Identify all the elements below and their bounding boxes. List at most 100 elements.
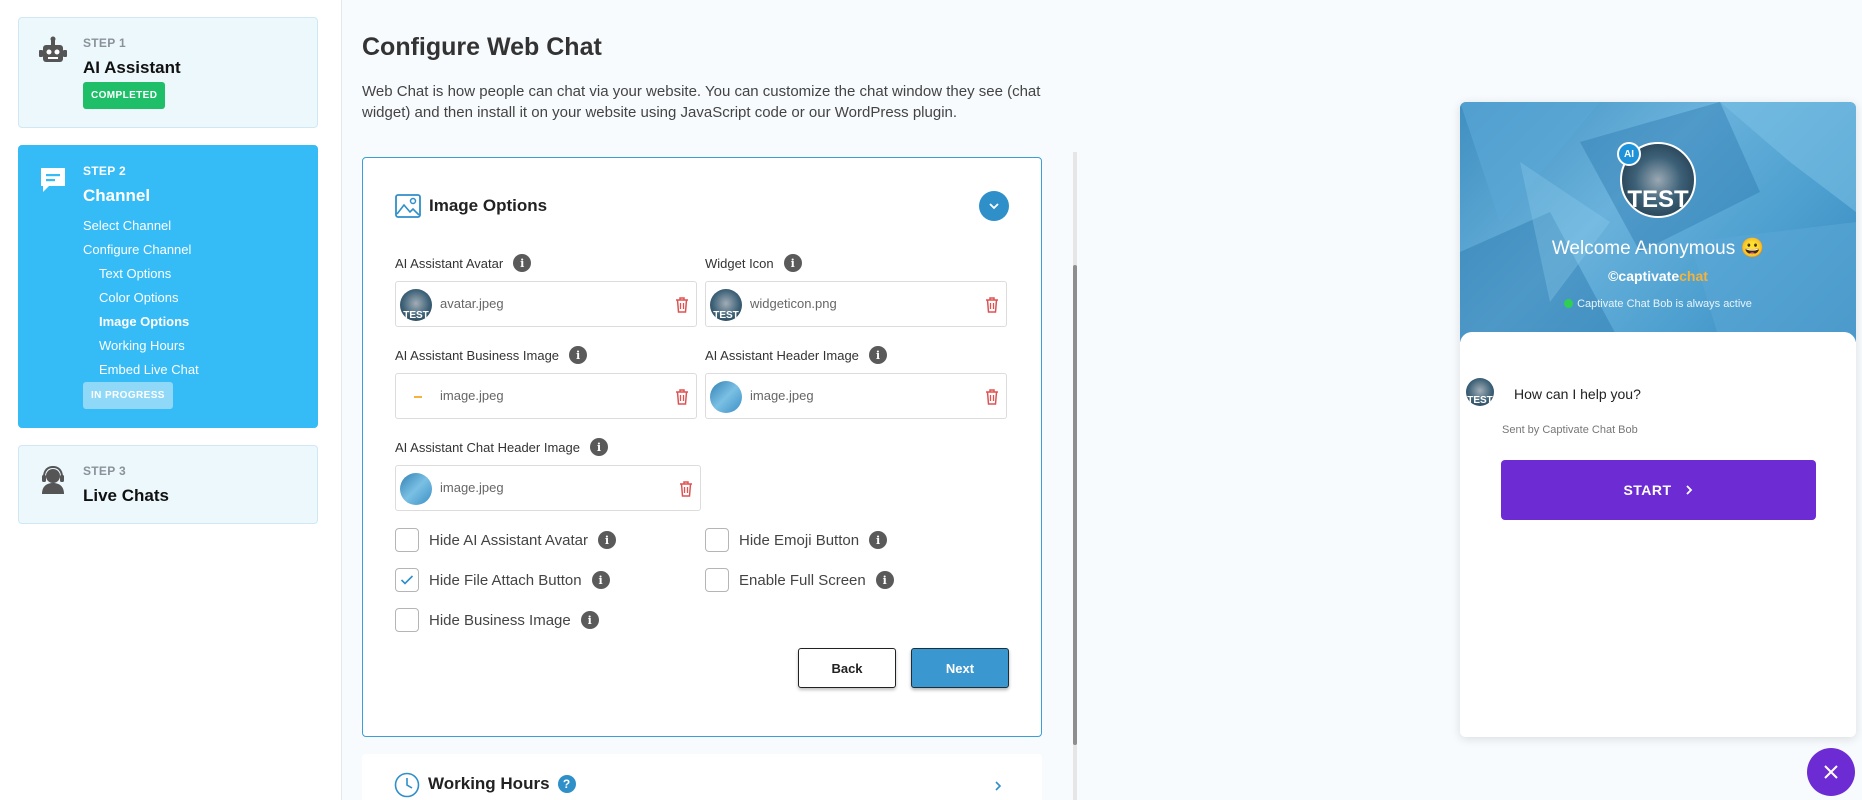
- chat-header-image-file-field[interactable]: image.jpeg: [395, 465, 701, 511]
- step-3-card[interactable]: STEP 3 Live Chats: [18, 445, 318, 524]
- support-agent-icon: [42, 465, 64, 494]
- widget-icon-file-field[interactable]: TEST widgeticon.png: [705, 281, 1007, 327]
- header-image-filename: image.jpeg: [750, 388, 814, 403]
- robot-icon: [39, 36, 67, 62]
- hide-business-image-option[interactable]: Hide Business Image i: [395, 608, 599, 632]
- image-options-title: Image Options: [429, 196, 548, 215]
- avatar-file-field[interactable]: TEST avatar.jpeg: [395, 281, 697, 327]
- header-image-label: AI Assistant Header Image i: [705, 346, 887, 364]
- hide-file-attach-option[interactable]: Hide File Attach Button i: [395, 568, 610, 592]
- step-1-card[interactable]: STEP 1 AI Assistant COMPLETED: [18, 17, 318, 128]
- info-icon[interactable]: i: [783, 254, 802, 272]
- ai-badge: AI: [1617, 142, 1641, 166]
- image-icon: [395, 194, 421, 218]
- info-icon[interactable]: i: [513, 254, 532, 272]
- widget-icon-label: Widget Icon i: [705, 254, 802, 272]
- hide-emoji-option[interactable]: Hide Emoji Button i: [705, 528, 888, 552]
- info-icon[interactable]: i: [580, 611, 599, 629]
- hide-avatar-option[interactable]: Hide AI Assistant Avatar i: [395, 528, 616, 552]
- brand-logo: ©captivatechat: [1608, 268, 1708, 284]
- info-icon[interactable]: i: [597, 531, 616, 549]
- in-progress-badge: IN PROGRESS: [83, 382, 173, 409]
- hide-file-attach-checkbox[interactable]: [395, 568, 419, 592]
- collapse-button[interactable]: [979, 191, 1009, 221]
- message-sender: Sent by Captivate Chat Bob: [1502, 424, 1638, 436]
- message-avatar: TEST: [1466, 378, 1494, 406]
- info-icon[interactable]: i: [868, 346, 887, 364]
- assistant-avatar-text: TEST: [1627, 186, 1689, 213]
- step-2-number: STEP 2: [83, 164, 126, 178]
- online-indicator: [1564, 299, 1574, 308]
- channel-submenu: Select Channel Configure Channel Text Op…: [83, 214, 199, 382]
- widget-icon-label-text: Widget Icon: [705, 255, 774, 271]
- menu-image-options[interactable]: Image Options: [83, 310, 199, 334]
- hide-avatar-label: Hide AI Assistant Avatar: [429, 531, 588, 549]
- avatar-label-text: AI Assistant Avatar: [395, 255, 504, 271]
- chat-header-image-thumbnail: [400, 473, 432, 505]
- chevron-right-icon[interactable]: [992, 780, 1004, 792]
- chat-header-image-label: AI Assistant Chat Header Image i: [395, 438, 608, 456]
- widget-icon-thumbnail: TEST: [710, 289, 742, 321]
- trash-icon[interactable]: [984, 296, 1000, 314]
- brand-captivate: captivate: [1618, 268, 1680, 284]
- full-screen-label: Enable Full Screen: [739, 571, 866, 589]
- start-button[interactable]: START: [1501, 460, 1816, 520]
- step-1-title: AI Assistant: [83, 58, 181, 77]
- working-hours-panel[interactable]: Working Hours ?: [362, 754, 1042, 800]
- menu-configure-channel[interactable]: Configure Channel: [83, 238, 199, 262]
- info-icon[interactable]: i: [569, 346, 588, 364]
- business-image-label: AI Assistant Business Image i: [395, 346, 588, 364]
- widget-icon-thumbnail-text: TEST: [713, 310, 739, 321]
- trash-icon[interactable]: [674, 296, 690, 314]
- hide-avatar-checkbox[interactable]: [395, 528, 419, 552]
- header-image-thumbnail: [710, 381, 742, 413]
- close-icon: [1824, 765, 1838, 779]
- scrollbar-thumb[interactable]: [1073, 265, 1077, 745]
- bot-message: How can I help you?: [1514, 386, 1641, 402]
- chat-preview: TEST AI Welcome Anonymous 😀 ©captivatech…: [1460, 102, 1856, 737]
- hide-file-attach-label: Hide File Attach Button: [429, 571, 582, 589]
- hide-business-image-checkbox[interactable]: [395, 608, 419, 632]
- help-icon[interactable]: ?: [557, 775, 576, 793]
- header-image-file-field[interactable]: image.jpeg: [705, 373, 1007, 419]
- close-chat-button[interactable]: [1807, 748, 1855, 796]
- welcome-message: Welcome Anonymous 😀: [1551, 238, 1765, 259]
- menu-select-channel[interactable]: Select Channel: [83, 214, 199, 238]
- menu-text-options[interactable]: Text Options: [83, 262, 199, 286]
- info-icon[interactable]: i: [869, 531, 888, 549]
- page-title: Configure Web Chat: [362, 33, 602, 61]
- trash-icon[interactable]: [984, 388, 1000, 406]
- info-icon[interactable]: i: [875, 571, 894, 589]
- business-image-thumbnail: [400, 381, 432, 413]
- header-image-label-text: AI Assistant Header Image: [705, 347, 859, 363]
- business-image-filename: image.jpeg: [440, 388, 504, 403]
- chat-header-image-filename: image.jpeg: [440, 480, 504, 495]
- info-icon[interactable]: i: [589, 438, 608, 456]
- message-avatar-text: TEST: [1467, 395, 1493, 406]
- info-icon[interactable]: i: [591, 571, 610, 589]
- chat-bubble-icon: [41, 168, 65, 192]
- trash-icon[interactable]: [674, 388, 690, 406]
- avatar-label: AI Assistant Avatar i: [395, 254, 532, 272]
- chevron-right-icon: [1685, 485, 1692, 495]
- menu-embed-live-chat[interactable]: Embed Live Chat: [83, 358, 199, 382]
- full-screen-checkbox[interactable]: [705, 568, 729, 592]
- menu-color-options[interactable]: Color Options: [83, 286, 199, 310]
- business-image-file-field[interactable]: image.jpeg: [395, 373, 697, 419]
- hide-emoji-checkbox[interactable]: [705, 528, 729, 552]
- page-description: Web Chat is how people can chat via your…: [362, 83, 1041, 121]
- step-2-card[interactable]: STEP 2 Channel Select Channel Configure …: [18, 145, 318, 428]
- active-status: Captivate Chat Bob is always active: [1460, 298, 1856, 310]
- next-button[interactable]: Next: [911, 648, 1009, 688]
- hide-business-image-label: Hide Business Image: [429, 611, 571, 629]
- start-button-label: START: [1623, 482, 1672, 498]
- full-screen-option[interactable]: Enable Full Screen i: [705, 568, 894, 592]
- widget-icon-filename: widgeticon.png: [750, 296, 837, 311]
- avatar-thumbnail: TEST: [400, 289, 432, 321]
- trash-icon[interactable]: [678, 480, 694, 498]
- step-3-number: STEP 3: [83, 464, 126, 478]
- chat-header-image-label-text: AI Assistant Chat Header Image: [395, 439, 580, 455]
- step-3-title: Live Chats: [83, 486, 169, 505]
- back-button[interactable]: Back: [798, 648, 896, 688]
- menu-working-hours[interactable]: Working Hours: [83, 334, 199, 358]
